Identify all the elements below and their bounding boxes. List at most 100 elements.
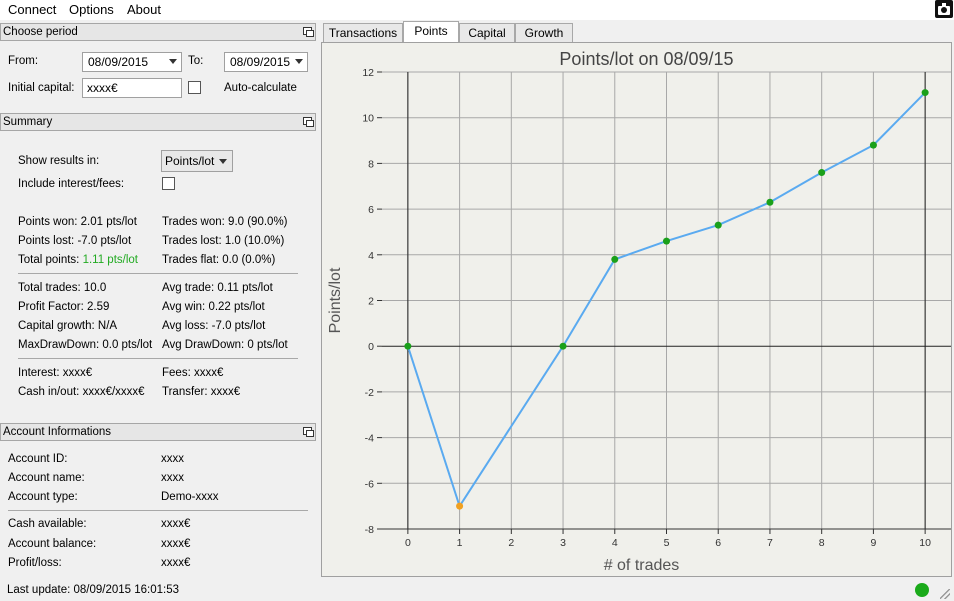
transfer: Transfer: xxxx€ [162, 386, 241, 398]
account-id-value: xxxx [161, 453, 184, 465]
auto-calculate-checkbox[interactable] [188, 81, 201, 94]
data-point [869, 141, 877, 149]
x-tick-label: 7 [767, 537, 773, 549]
include-interest-checkbox[interactable] [162, 177, 175, 190]
from-label: From: [8, 55, 39, 67]
show-results-value: Points/lot [165, 154, 215, 168]
data-point [766, 198, 774, 206]
profit-loss-label: Profit/loss: [8, 557, 62, 569]
points-chart: 0 1 2 3 4 5 6 7 8 9 10-8-6-4-2024681012Points/lot … [327, 49, 951, 574]
x-tick-label: 8 [819, 537, 825, 549]
trades-won: Trades won: 9.0 (90.0%) [162, 216, 288, 228]
tab-growth[interactable]: Growth [515, 23, 573, 42]
interest: Interest: xxxx€ [18, 367, 93, 379]
show-results-select[interactable]: Points/lot [161, 150, 233, 172]
y-tick-label: -6 [365, 478, 374, 490]
x-tick-label: 10 [919, 537, 931, 549]
show-results-label: Show results in: [18, 155, 100, 167]
data-point [611, 255, 619, 263]
menu-bar: Connect Options About [0, 0, 954, 20]
last-update: Last update: 08/09/2015 16:01:53 [7, 584, 180, 596]
capital-growth: Capital growth: N/A [18, 320, 118, 332]
chart-title: Points/lot on 08/09/15 [559, 49, 733, 69]
chevron-down-icon [295, 59, 303, 64]
trades-flat: Trades flat: 0.0 (0.0%) [162, 254, 276, 266]
points-won: Points won: 2.01 pts/lot [18, 216, 137, 228]
float-icon[interactable] [303, 427, 314, 437]
cash-available-label: Cash available: [8, 518, 87, 530]
x-tick-label: 5 [664, 537, 670, 549]
account-balance-label: Account balance: [8, 538, 97, 550]
x-tick-label: 4 [612, 537, 618, 549]
tab-points[interactable]: Points [403, 21, 459, 43]
y-tick-label: -4 [365, 433, 374, 445]
data-point [404, 342, 412, 350]
total-points-value: 1.11 pts/lot [82, 254, 138, 266]
from-date-select[interactable]: 08/09/2015 [82, 52, 182, 72]
profit-loss-value: xxxx€ [161, 557, 191, 569]
y-axis-label: Points/lot [327, 267, 344, 333]
avg-drawdown: Avg DrawDown: 0 pts/lot [162, 339, 288, 351]
x-tick-label: 1 [457, 537, 463, 549]
trades-lost: Trades lost: 1.0 (10.0%) [162, 235, 285, 247]
account-title-text: Account Informations [3, 426, 112, 438]
to-date-value: 08/09/2015 [230, 55, 291, 69]
divider [8, 510, 308, 511]
data-point [663, 237, 670, 245]
menu-options[interactable]: Options [69, 2, 114, 17]
float-icon[interactable] [303, 117, 314, 127]
y-tick-label: 8 [368, 158, 374, 170]
initial-capital-input[interactable]: xxxx€ [82, 78, 182, 98]
menu-about[interactable]: About [127, 2, 161, 17]
total-trades: Total trades: 10.0 [18, 282, 107, 294]
to-label: To: [188, 55, 204, 67]
max-drawdown: MaxDrawDown: 0.0 pts/lot [18, 339, 153, 351]
account-balance-value: xxxx€ [161, 538, 191, 550]
auto-calculate-label: Auto-calculate [224, 82, 297, 94]
total-points: Total points: 1.11 pts/lot [18, 254, 138, 266]
tab-capital[interactable]: Capital [459, 23, 515, 42]
to-date-select[interactable]: 08/09/2015 [224, 52, 308, 72]
period-title-text: Choose period [3, 26, 78, 38]
y-tick-label: 12 [362, 67, 374, 79]
camera-icon[interactable] [935, 0, 953, 18]
x-axis-label: # of trades [604, 557, 680, 574]
data-point [921, 89, 929, 97]
menu-connect[interactable]: Connect [8, 2, 56, 17]
capital-label: Initial capital: [8, 82, 75, 94]
y-tick-label: -8 [365, 524, 374, 536]
account-panel-title: Account Informations [0, 423, 316, 441]
chart-area: 0 1 2 3 4 5 6 7 8 9 10 -8 -6 -4 -2 0 2 4 6 8 10 12 Points/lot … [321, 42, 952, 577]
resize-grip-icon[interactable] [940, 589, 950, 599]
y-tick-label: 4 [368, 250, 374, 262]
avg-loss: Avg loss: -7.0 pts/lot [162, 320, 266, 332]
avg-trade: Avg trade: 0.11 pts/lot [162, 282, 273, 294]
divider [18, 273, 298, 274]
tab-transactions[interactable]: Transactions [323, 23, 403, 42]
fees: Fees: xxxx€ [162, 367, 224, 379]
summary-title-text: Summary [3, 116, 53, 128]
data-point [559, 342, 567, 350]
x-tick-label: 0 [405, 537, 411, 549]
cash-available-value: xxxx€ [161, 518, 191, 530]
y-tick-label: 6 [368, 204, 374, 216]
total-points-label: Total points: [18, 254, 80, 266]
x-tick-label: 9 [870, 537, 876, 549]
account-type-label: Account type: [8, 491, 78, 503]
period-panel-title: Choose period [0, 23, 316, 41]
y-tick-label: 10 [362, 113, 374, 125]
x-tick-label: 3 [560, 537, 566, 549]
account-id-label: Account ID: [8, 453, 68, 465]
avg-win: Avg win: 0.22 pts/lot [162, 301, 265, 313]
from-date-value: 08/09/2015 [88, 55, 149, 69]
chevron-down-icon [219, 159, 227, 164]
y-tick-label: -2 [365, 387, 374, 399]
y-tick-label: 0 [368, 341, 374, 353]
float-icon[interactable] [303, 27, 314, 37]
account-type-value: Demo-xxxx [161, 491, 219, 503]
include-interest-label: Include interest/fees: [18, 178, 125, 190]
x-tick-label: 6 [715, 537, 721, 549]
divider [18, 358, 298, 359]
summary-panel-title: Summary [0, 113, 316, 131]
initial-capital-value: xxxx€ [87, 81, 118, 95]
